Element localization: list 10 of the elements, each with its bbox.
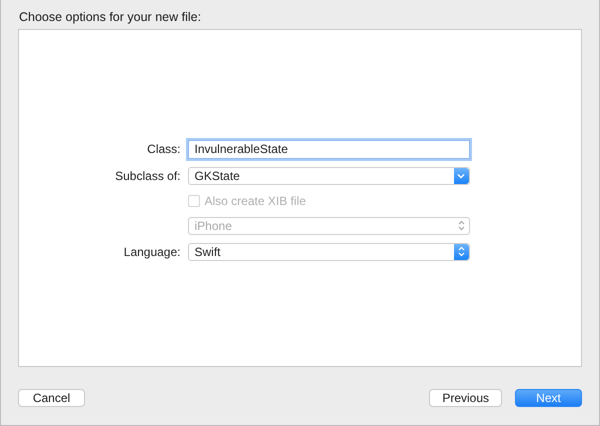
checkbox-label: Also create XIB file: [204, 194, 306, 208]
dialog-button[interactable]: Previous: [429, 389, 502, 407]
field-label: Language:: [122, 244, 180, 258]
dialog-title: Choose options for your new file:: [18, 9, 202, 26]
field-label: Class:: [146, 142, 180, 156]
class-field[interactable]: InvulnerableState: [188, 140, 470, 158]
popup-button[interactable]: Swift: [188, 242, 470, 260]
popup-button[interactable]: GKState: [188, 166, 470, 184]
field-label: Subclass of:: [114, 168, 180, 182]
dialog-button[interactable]: Cancel: [18, 389, 85, 407]
